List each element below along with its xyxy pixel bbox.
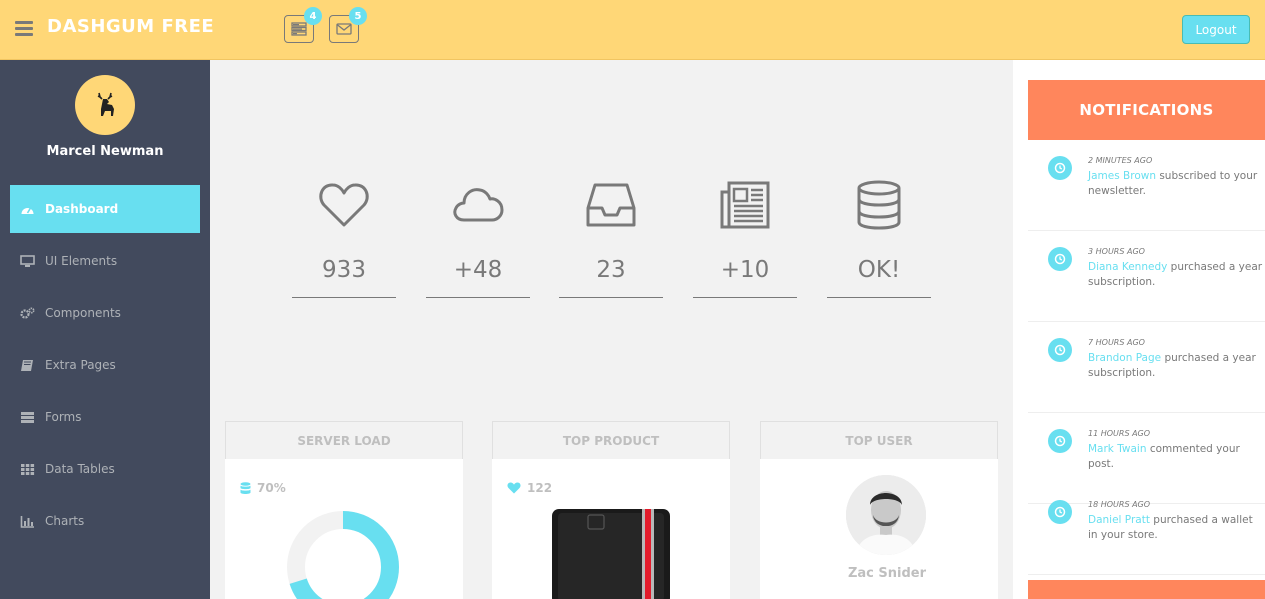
stat-inbox: 23 [559,175,663,298]
top-product-panel: TOP PRODUCT 122 [492,421,730,599]
desktop-icon [19,254,35,268]
server-load-donut [287,511,399,599]
newspaper-icon [720,181,770,229]
notification-text: Brandon Page purchased a year subscripti… [1088,351,1263,381]
heart-icon [507,482,521,494]
sidebar-item-label: Charts [45,514,85,528]
notification-time: 18 HOURS AGO [1088,500,1151,509]
clock-icon [1048,429,1072,453]
top-user-avatar[interactable] [846,475,926,555]
inbox-icon [586,183,636,227]
bar-chart-icon [19,514,35,528]
stat-value: +10 [720,257,770,283]
envelope-icon [336,23,352,35]
book-icon [19,358,35,372]
top-product-stat: 122 [507,481,552,495]
next-section-header [1028,580,1265,599]
notification-time: 11 HOURS AGO [1088,429,1151,438]
top-user-name: Zac Snider [847,566,927,581]
panel-title: SERVER LOAD [225,421,463,459]
sidebar-item-label: Data Tables [45,462,115,476]
table-icon [19,462,35,476]
top-user-panel: TOP USER Zac Snider [760,421,998,599]
database-icon [857,180,901,230]
notification-user-link[interactable]: Mark Twain [1088,443,1147,455]
panel-title: TOP PRODUCT [492,421,730,459]
notifications-sidebar: NOTIFICATIONS 2 MINUTES AGO James Brown … [1013,60,1265,599]
sidebar-item-label: Dashboard [45,202,119,216]
brand-logo[interactable]: DASHGUM FREE [47,16,214,37]
user-photo-image [846,475,926,555]
heart-icon [319,183,369,227]
tasks-badge: 4 [304,7,322,25]
user-name[interactable]: Marcel Newman [0,144,210,159]
sidebar-item-data-tables[interactable]: Data Tables [10,445,200,493]
sidebar-item-label: Extra Pages [45,358,116,372]
clock-icon [1048,500,1072,524]
database-icon [240,481,251,494]
tasks-icon [291,22,307,36]
stat-cloud: +48 [426,175,530,298]
sidebar-item-label: Forms [45,410,82,424]
stat-value: OK! [857,257,901,283]
notification-time: 7 HOURS AGO [1088,338,1145,347]
stat-database: OK! [827,175,931,298]
sidebar-item-components[interactable]: Components [10,289,200,337]
server-load-stat: 70% [240,481,286,495]
notification-text: Diana Kennedy purchased a year subscript… [1088,260,1263,290]
dashboard-icon [19,202,35,216]
notification-item: 7 HOURS AGO Brandon Page purchased a yea… [1028,322,1265,413]
sidebar: Marcel Newman Dashboard UI Elements Comp… [0,60,210,599]
stat-news: +10 [693,175,797,298]
sidebar-item-dashboard[interactable]: Dashboard [10,185,200,233]
notification-item: 18 HOURS AGO Daniel Pratt purchased a wa… [1028,484,1265,575]
notification-text: Daniel Pratt purchased a wallet in your … [1088,513,1263,543]
top-product-value: 122 [527,481,553,495]
sidebar-item-extra-pages[interactable]: Extra Pages [10,341,200,389]
notification-user-link[interactable]: Diana Kennedy [1088,261,1167,273]
menu-toggle-icon[interactable] [15,21,33,37]
messages-badge: 5 [349,7,367,25]
stat-value: 23 [596,257,626,283]
cloud-icon [453,188,504,222]
notification-text: James Brown subscribed to your newslette… [1088,169,1263,199]
tasks-icon [19,410,35,424]
logout-button[interactable]: Logout [1182,15,1250,44]
notification-item: 3 HOURS AGO Diana Kennedy purchased a ye… [1028,231,1265,322]
sidebar-item-forms[interactable]: Forms [10,393,200,441]
sidebar-item-charts[interactable]: Charts [10,497,200,545]
clock-icon [1048,156,1072,180]
server-load-value: 70% [257,481,286,495]
wallet-image [552,509,670,599]
notification-time: 2 MINUTES AGO [1088,156,1153,165]
sidebar-item-label: UI Elements [45,254,118,268]
notification-user-link[interactable]: Brandon Page [1088,352,1161,364]
stat-value: +48 [453,257,503,283]
notifications-title: NOTIFICATIONS [1028,80,1265,140]
sidebar-item-ui-elements[interactable]: UI Elements [10,237,200,285]
deer-icon [97,92,114,116]
notification-time: 3 HOURS AGO [1088,247,1145,256]
messages-button[interactable]: 5 [329,7,367,43]
top-header: DASHGUM FREE 4 5 Logout [0,0,1265,60]
tasks-button[interactable]: 4 [284,7,322,43]
clock-icon [1048,247,1072,271]
notification-user-link[interactable]: James Brown [1088,170,1156,182]
stat-likes: 933 [292,175,396,298]
notification-text: Mark Twain commented your post. [1088,442,1263,472]
cogs-icon [19,306,35,320]
notification-item: 2 MINUTES AGO James Brown subscribed to … [1028,140,1265,231]
stat-value: 933 [322,257,366,283]
panel-title: TOP USER [760,421,998,459]
user-avatar[interactable] [75,75,135,135]
server-load-panel: SERVER LOAD 70% [225,421,463,599]
sidebar-item-label: Components [45,306,121,320]
clock-icon [1048,338,1072,362]
notification-user-link[interactable]: Daniel Pratt [1088,514,1150,526]
